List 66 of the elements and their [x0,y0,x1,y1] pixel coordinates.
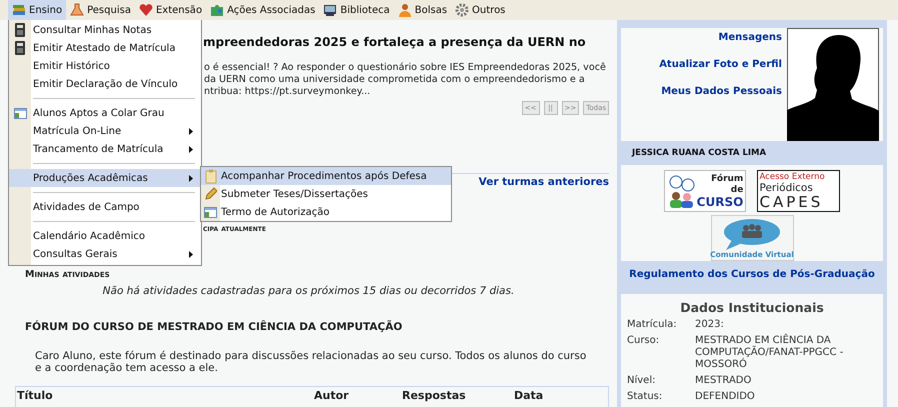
field-label: Status: [627,391,664,403]
menu-item[interactable]: Emitir Histórico [9,57,201,75]
field-label: Curso: [627,335,660,348]
section-heading: Minhas atividades [25,269,110,280]
menu-bar-item[interactable]: Pesquisa [66,0,135,20]
menu-item[interactable]: Consultar Minhas Notas [9,21,201,39]
profile-link[interactable]: Mensagens [718,32,782,43]
field-value: 2023: [695,319,725,331]
menu-item[interactable]: Calendário Acadêmico [9,227,201,245]
menu-item[interactable]: Emitir Declaração de Vínculo [9,75,201,93]
window-icon [204,206,217,218]
puzzle-icon [210,3,224,17]
news-text: da UERN como uma universidade comprometida com o empreendedorismo e a [204,74,585,86]
menu-item[interactable]: Produções Acadêmicas [9,169,201,187]
clipboard-icon [204,168,216,184]
people-icon [666,173,697,209]
regulation-link[interactable]: Regulamento dos Cursos de Pós-Graduação [629,269,875,280]
section-heading: cipa atualmente [203,224,266,234]
menu-bar-item[interactable]: Ações Associadas [206,0,320,20]
capes-logo-link[interactable]: Acesso Externo Periódicos CAPES [757,170,840,212]
field-label: Nível: [627,375,656,387]
user-name: JESSICA RUANA COSTA LIMA [632,148,768,158]
forum-logo-link[interactable]: Fórum de CURSO [664,170,746,212]
window-icon [14,108,26,118]
menu-bar-item[interactable]: Biblioteca [319,0,394,20]
books-icon [12,3,26,17]
menu-item[interactable]: Emitir Atestado de Matrícula [9,39,201,57]
menu-item[interactable]: Consultas Gerais [9,245,201,263]
forum-title: FÓRUM DO CURSO DE MESTRADO EM CIÊNCIA DA COMPUTAÇÃO [25,321,404,333]
column-header: Autor [314,389,350,404]
news-title: mpreendedoras 2025 e fortaleça a presença da UERN no [203,34,586,50]
calculator-icon [15,41,25,55]
field-value: MESTRADO EM CIÊNCIA DA COMPUTAÇÃO/FANAT-PPGCC - MOSSORÓ [695,335,844,371]
news-text: ntribua: https://pt.surveymonkey... [204,86,370,98]
monitor-icon [323,3,338,17]
menu-item[interactable]: Alunos Aptos a Colar Grau [9,104,201,122]
previous-classes-link[interactable]: Ver turmas anteriores [478,176,609,188]
menu-item[interactable]: Atividades de Campo [9,198,201,216]
column-header: Respostas [402,389,467,404]
pencil-icon [204,187,217,201]
profile-link[interactable]: Meus Dados Pessoais [661,86,782,97]
field-label: Matrícula: [627,319,678,331]
news-text: o é essencial! ? Ao responder o questionário sobre IES Empreendedoras 2025, você [204,62,606,74]
menu-item[interactable]: Matrícula On-Line [9,122,201,140]
gear-icon [455,3,470,17]
field-value: DEFENDIDO [695,391,756,403]
menu-bar-item[interactable]: Bolsas [394,0,452,20]
menu-bar-item[interactable]: Ensino [8,0,66,20]
menu-item[interactable]: Termo de Autorização [201,203,451,221]
flask-icon [70,3,84,17]
panel-title: Dados Institucionais [679,300,825,315]
calculator-icon [15,23,25,37]
empty-message: Não há atividades cadastradas para os próximos 15 dias ou decorridos 7 dias. [102,285,516,297]
menu-item[interactable]: Acompanhar Procedimentos após Defesa [201,167,451,185]
column-header: Título [17,389,54,404]
menu-item[interactable]: Submeter Teses/Dissertações [201,185,451,203]
column-header: Data [514,389,544,404]
profile-link[interactable]: Atualizar Foto e Perfil [659,59,782,70]
heart-icon [138,3,153,17]
forum-description: Caro Aluno, este fórum é destinado para discussões relacionadas ao seu curso. Todos os alunos do curso e a coordenação tem acesso a ele. [35,350,588,374]
field-value: MESTRADO [695,375,752,387]
menu-bar-item[interactable]: Extensão [134,0,206,20]
menu-bar-item[interactable]: Outros [451,0,510,20]
person-icon [398,3,412,17]
speech-bubble-icon [722,218,782,250]
menu-item[interactable]: Trancamento de Matrícula [9,140,201,158]
